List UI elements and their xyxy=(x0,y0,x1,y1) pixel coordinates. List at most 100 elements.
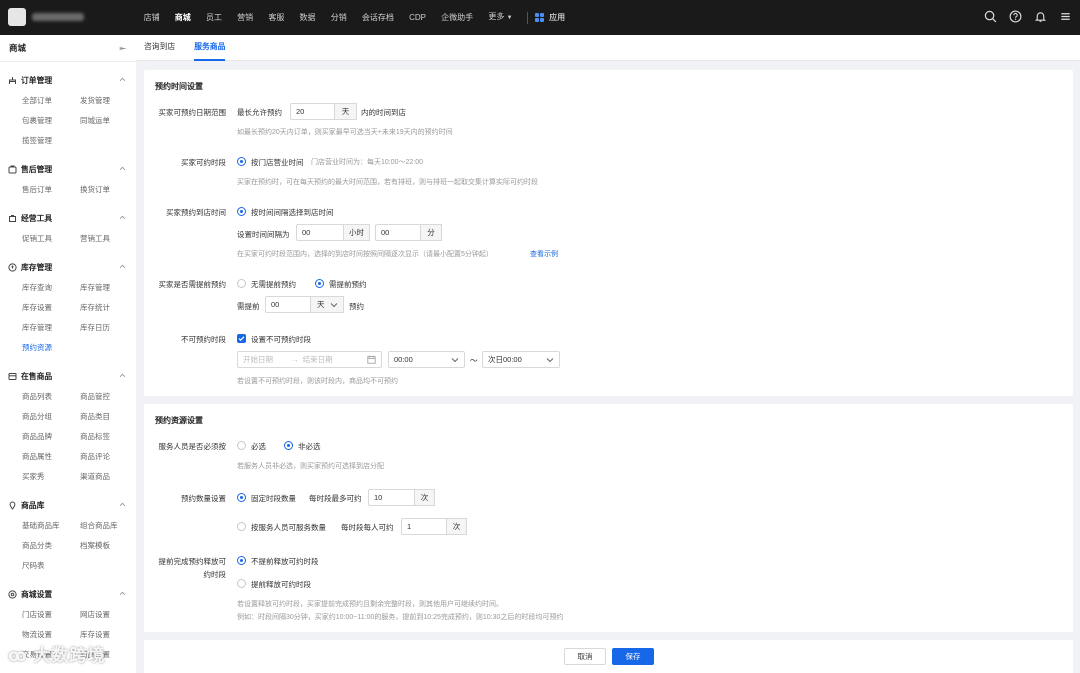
sidebar-item[interactable]: 商品分类 xyxy=(22,536,80,556)
view-example-link[interactable]: 查看示例 xyxy=(530,249,558,259)
tab-service-goods[interactable]: 服务商品 xyxy=(194,35,234,61)
store-hours-radio[interactable] xyxy=(237,157,246,166)
sidebar-item[interactable]: 同城运单 xyxy=(80,111,136,131)
sidebar-item[interactable]: 库存查询 xyxy=(22,278,80,298)
release-radio[interactable] xyxy=(237,579,246,588)
end-time-select[interactable]: 次日00:00 xyxy=(482,351,560,368)
sidebar-item[interactable]: 换货订单 xyxy=(80,180,136,200)
sidebar-item[interactable]: 网店设置 xyxy=(80,605,136,625)
nav-apps[interactable]: 应用 xyxy=(535,0,573,35)
staff-required-label: 服务人员是否必须按 xyxy=(158,442,227,451)
sidebar-group-header[interactable]: 售后管理 xyxy=(0,158,136,180)
fixed-quantity-input[interactable]: 10 xyxy=(368,489,415,506)
sidebar-item[interactable]: 库存统计 xyxy=(80,298,136,318)
advance-days-input[interactable]: 00 xyxy=(265,296,311,313)
nav-data[interactable]: 数据 xyxy=(292,0,323,35)
nav-distribution[interactable]: 分销 xyxy=(323,0,354,35)
nav-cdp[interactable]: CDP xyxy=(402,0,434,35)
footer-actions: 取消 保存 xyxy=(144,640,1073,673)
nav-marketing[interactable]: 营销 xyxy=(230,0,261,35)
sidebar-item[interactable]: 包裹管理 xyxy=(22,111,80,131)
sidebar-item[interactable]: 档案模板 xyxy=(80,536,136,556)
save-button[interactable]: 保存 xyxy=(612,648,654,665)
sidebar-group-header[interactable]: 库存管理 xyxy=(0,256,136,278)
sidebar-item[interactable]: 商品标签 xyxy=(80,427,136,447)
sidebar-item[interactable]: 门店设置 xyxy=(22,605,80,625)
nav-more-label: 更多 xyxy=(488,12,505,21)
sidebar-item[interactable]: 商品管控 xyxy=(80,387,136,407)
caret-down-icon: ▼ xyxy=(506,15,513,21)
sidebar-group-header[interactable]: 经营工具 xyxy=(0,207,136,229)
nav-staff[interactable]: 员工 xyxy=(198,0,229,35)
sidebar-item[interactable]: 商品属性 xyxy=(22,447,80,467)
staff-quantity-input[interactable]: 1 xyxy=(401,518,447,535)
sidebar-group: 商品库 基础商品库 组合商品库 商品分类 档案模板 尺码表 xyxy=(0,487,136,576)
tab-consult-store[interactable]: 咨询到店 xyxy=(144,35,184,60)
search-icon[interactable] xyxy=(984,10,997,23)
nav-more[interactable]: 更多 ▼ xyxy=(481,0,520,36)
nav-chat-archive[interactable]: 会话存档 xyxy=(354,0,401,35)
staff-required-radio[interactable] xyxy=(237,441,246,450)
nav-mall[interactable]: 商城 xyxy=(167,0,198,35)
sidebar-group-header[interactable]: 在售商品 xyxy=(0,365,136,387)
sidebar-item[interactable]: 库存管理 xyxy=(22,318,80,338)
need-advance-radio[interactable] xyxy=(315,279,324,288)
max-days-input[interactable]: 20 xyxy=(290,103,335,120)
staff-optional-radio[interactable] xyxy=(284,441,293,450)
sidebar-item[interactable]: 营销工具 xyxy=(80,229,136,249)
interval-radio[interactable] xyxy=(237,207,246,216)
chevron-up-icon xyxy=(119,166,126,171)
sidebar-group-header[interactable]: 订单管理 xyxy=(0,69,136,91)
sidebar-item[interactable]: 库存管理 xyxy=(80,278,136,298)
main-nav: 店铺 商城 员工 营销 客服 数据 分销 会话存档 CDP 企微助手 更多 ▼ … xyxy=(136,0,573,35)
help-icon[interactable] xyxy=(1009,10,1022,23)
fixed-quantity-radio[interactable] xyxy=(237,493,246,502)
sidebar-group-label: 经营工具 xyxy=(21,213,53,223)
advance-suffix: 预约 xyxy=(349,302,364,311)
sidebar-item[interactable]: 商品分组 xyxy=(22,407,80,427)
sidebar-item[interactable]: 基础商品库 xyxy=(22,516,80,536)
sidebar: 商城 ⇤ 订单管理 全部订单 发货管理 包裹管理 同城运单 揽签管理 售后管理 售后订单 换货订… xyxy=(0,35,136,673)
unavailable-checkbox[interactable] xyxy=(237,334,246,343)
no-release-radio[interactable] xyxy=(237,556,246,565)
sidebar-item[interactable]: 全部订单 xyxy=(22,91,80,111)
start-time-select[interactable]: 00:00 xyxy=(388,351,465,368)
sidebar-item[interactable]: 揽签管理 xyxy=(22,131,80,151)
sidebar-item[interactable]: 发货管理 xyxy=(80,91,136,111)
sidebar-group-header[interactable]: 商城设置 xyxy=(0,583,136,605)
sidebar-item[interactable]: 商品类目 xyxy=(80,407,136,427)
bell-icon[interactable] xyxy=(1034,10,1047,23)
sidebar-item[interactable]: 商品品牌 xyxy=(22,427,80,447)
sidebar-group-header[interactable]: 商品库 xyxy=(0,494,136,516)
cancel-button[interactable]: 取消 xyxy=(564,648,606,665)
nav-customer-service[interactable]: 客服 xyxy=(261,0,292,35)
no-advance-radio[interactable] xyxy=(237,279,246,288)
nav-wecom-assistant[interactable]: 企微助手 xyxy=(434,0,481,35)
collapse-sidebar-icon[interactable]: ⇤ xyxy=(119,44,126,53)
sidebar-item[interactable]: 预约资源 xyxy=(22,338,80,358)
nav-store[interactable]: 店铺 xyxy=(136,0,167,35)
settings-icon xyxy=(8,589,17,599)
logo[interactable] xyxy=(8,8,26,26)
sidebar-group-items: 促销工具 营销工具 xyxy=(0,229,136,249)
date-range-picker[interactable]: 开始日期 → 结束日期 xyxy=(237,351,382,368)
interval-minutes-input[interactable]: 00 xyxy=(375,224,421,241)
menu-icon[interactable] xyxy=(1059,10,1072,23)
sidebar-item[interactable]: 尺码表 xyxy=(22,556,80,576)
quantity-label: 预约数量设置 xyxy=(181,494,226,503)
sidebar-item[interactable]: 商品列表 xyxy=(22,387,80,407)
sidebar-item[interactable]: 库存设置 xyxy=(22,298,80,318)
sidebar-item[interactable]: 促销工具 xyxy=(22,229,80,249)
sidebar-item[interactable]: 售后订单 xyxy=(22,180,80,200)
advance-unit-select[interactable]: 天 xyxy=(310,296,344,313)
unavailable-hint: 若设置不可预约时段，则该时段内，商品均不可预约 xyxy=(237,378,398,385)
staff-quantity-radio[interactable] xyxy=(237,522,246,531)
end-time-value: 次日00:00 xyxy=(488,355,522,364)
sidebar-item[interactable]: 买家秀 xyxy=(22,467,80,487)
top-navigation-bar: 店铺 商城 员工 营销 客服 数据 分销 会话存档 CDP 企微助手 更多 ▼ … xyxy=(0,0,1080,35)
sidebar-item[interactable]: 组合商品库 xyxy=(80,516,136,536)
sidebar-item[interactable]: 商品评论 xyxy=(80,447,136,467)
sidebar-item[interactable]: 渠道商品 xyxy=(80,467,136,487)
sidebar-item[interactable]: 库存日历 xyxy=(80,318,136,338)
interval-hours-input[interactable]: 00 xyxy=(296,224,344,241)
